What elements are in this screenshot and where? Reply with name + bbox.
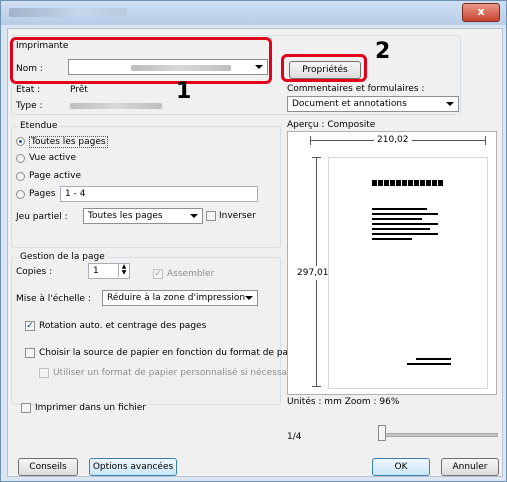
scaling-select-value: Réduire à la zone d'impression (107, 293, 246, 303)
preview-text-line (416, 358, 451, 360)
comments-select[interactable]: Document et annotations (287, 96, 459, 112)
subset-select[interactable]: Toutes les pages (83, 208, 203, 224)
tips-button[interactable]: Conseils (18, 458, 78, 476)
status-label: Etat : (16, 85, 41, 95)
height-dimension-tick-top (312, 157, 321, 158)
pages-input[interactable]: 1 - 4 (60, 186, 258, 202)
width-dimension-tick-left (310, 136, 311, 145)
preview-text-line (372, 208, 427, 210)
preview-title: Aperçu : Composite (287, 120, 376, 130)
dialog-client-area: Imprimante Nom : Etat : Prêt Type : 1 Pr… (7, 28, 503, 477)
ok-button[interactable]: OK (372, 458, 430, 476)
pages-label[interactable]: Pages (29, 189, 55, 199)
chevron-down-icon (245, 296, 253, 300)
type-label: Type : (16, 101, 43, 111)
chevron-down-icon (446, 102, 454, 106)
all-pages-label[interactable]: Toutes les pages (29, 136, 108, 148)
page-handling-group (11, 257, 281, 405)
chevron-down-icon (190, 214, 198, 218)
scaling-label: Mise à l'échelle : (16, 294, 91, 304)
cancel-button[interactable]: Annuler (441, 458, 499, 476)
custom-paper-label[interactable]: Utiliser un format de papier personnalis… (53, 368, 299, 378)
page-indicator: 1/4 (287, 432, 302, 442)
highlight-properties (281, 54, 367, 82)
print-dialog-window: x Imprimante Nom : Etat : Prêt Type : 1 … (0, 0, 507, 482)
preview-text-line (372, 223, 438, 225)
auto-rotate-label[interactable]: Rotation auto. et centrage des pages (39, 321, 206, 331)
collate-checkbox[interactable]: ✓ (153, 269, 163, 279)
preview-text-line (407, 363, 451, 365)
comments-select-value: Document et annotations (292, 99, 407, 109)
current-view-radio[interactable] (16, 154, 25, 163)
preview-text-line (372, 233, 438, 235)
window-title-redacted (9, 8, 127, 17)
range-group-label: Etendue (18, 121, 60, 131)
height-value: 297,01 (297, 266, 329, 280)
callout-number-1: 1 (176, 79, 192, 104)
preview-area: 210,02 297,01 (287, 131, 497, 395)
advanced-options-button[interactable]: Options avancées (89, 458, 177, 476)
current-page-radio[interactable] (16, 172, 25, 181)
print-to-file-checkbox[interactable] (21, 403, 31, 413)
close-button[interactable]: x (462, 3, 500, 22)
preview-text-line (372, 213, 438, 215)
page-slider-track[interactable] (378, 433, 498, 437)
width-dimension-tick-right (485, 136, 486, 145)
reverse-checkbox[interactable] (206, 211, 216, 221)
current-view-label[interactable]: Vue active (29, 153, 76, 163)
copies-spinner[interactable]: ▲ ▼ (118, 264, 129, 277)
preview-text-line (372, 228, 430, 230)
highlight-printer-name (10, 37, 272, 84)
callout-number-2: 2 (375, 39, 391, 64)
preview-text-line (372, 218, 422, 220)
height-dimension-tick-bottom (312, 386, 321, 387)
status-value: Prêt (70, 85, 88, 95)
preview-text-line (372, 238, 412, 240)
reverse-label[interactable]: Inverser (219, 211, 256, 221)
copies-label: Copies : (16, 267, 53, 277)
paper-source-label[interactable]: Choisir la source de papier en fonction … (39, 348, 299, 358)
preview-page (328, 157, 488, 389)
page-slider-thumb[interactable] (378, 425, 386, 441)
pages-input-value: 1 - 4 (65, 189, 86, 199)
subset-select-value: Toutes les pages (88, 211, 163, 221)
width-value: 210,02 (374, 135, 412, 145)
all-pages-radio[interactable] (16, 137, 25, 146)
scaling-select[interactable]: Réduire à la zone d'impression (102, 290, 258, 306)
print-to-file-label[interactable]: Imprimer dans un fichier (35, 403, 146, 413)
copies-input-value: 1 (93, 266, 99, 276)
comments-label: Commentaires et formulaires : (287, 84, 425, 94)
preview-heading-bar (372, 180, 444, 186)
current-page-label[interactable]: Page active (29, 171, 81, 181)
auto-rotate-checkbox[interactable]: ✓ (25, 321, 35, 331)
custom-paper-checkbox[interactable] (39, 368, 49, 378)
pages-radio[interactable] (16, 190, 25, 199)
subset-label: Jeu partiel : (16, 212, 68, 222)
type-value-redacted (70, 103, 162, 109)
page-handling-group-label: Gestion de la page (18, 252, 107, 262)
units-zoom-text: Unités : mm Zoom : 96% (287, 397, 400, 407)
collate-label[interactable]: Assembler (167, 269, 214, 279)
paper-source-checkbox[interactable] (25, 348, 35, 358)
title-bar[interactable]: x (1, 1, 506, 25)
